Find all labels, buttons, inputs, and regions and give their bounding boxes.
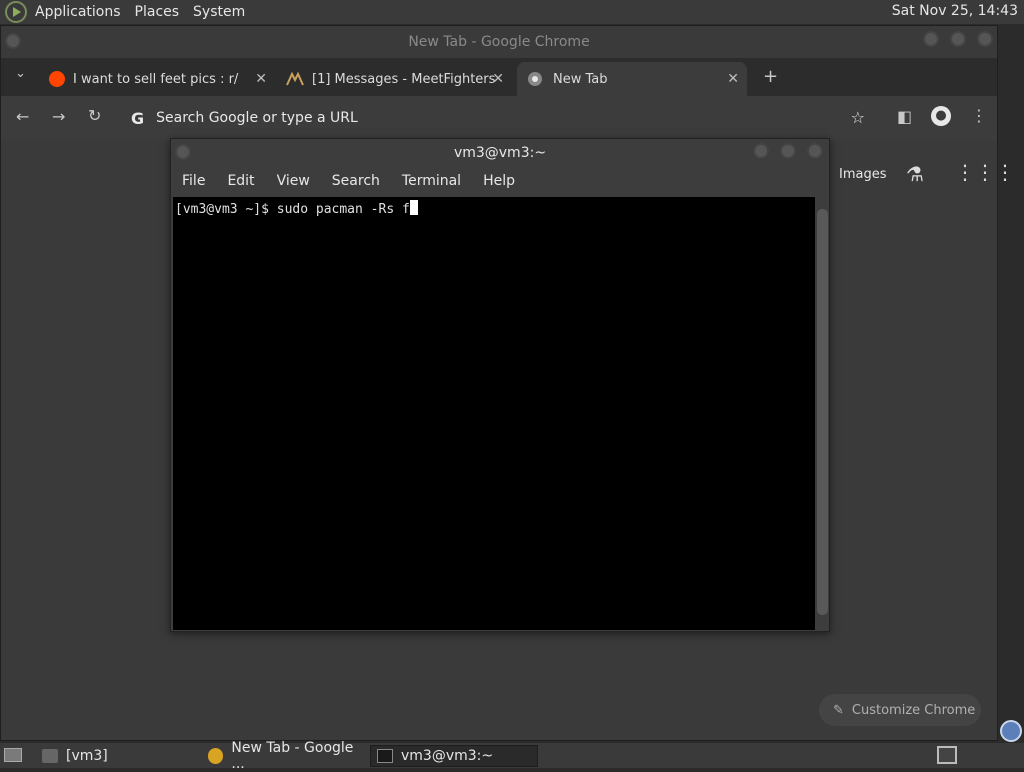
minimize-button[interactable] (753, 143, 769, 159)
maximize-button[interactable] (950, 31, 966, 47)
side-panel-icon[interactable]: ◧ (897, 107, 912, 126)
show-desktop-icon[interactable] (4, 748, 22, 762)
clock[interactable]: Sat Nov 25, 14:43 (892, 3, 1018, 19)
google-g-icon: G (131, 108, 145, 128)
terminal-prompt-line: [vm3@vm3 ~]$ sudo pacman -Rs f (175, 202, 410, 217)
tab-label: [1] Messages - MeetFighters (312, 71, 496, 87)
tab-new-tab[interactable]: New Tab ✕ (517, 62, 747, 96)
menu-file[interactable]: File (182, 173, 205, 189)
terminal-title: vm3@vm3:~ (453, 145, 547, 161)
terminal-icon (377, 749, 393, 763)
top-panel: Applications Places System Sat Nov 25, 1… (0, 0, 1024, 24)
meetfighters-icon (286, 71, 304, 86)
close-button[interactable] (977, 31, 993, 47)
task-label: [vm3] (66, 748, 108, 764)
tab-search-chevron-icon[interactable]: ⌄ (15, 66, 26, 81)
system-menu[interactable]: System (193, 4, 245, 20)
terminal-output[interactable]: [vm3@vm3 ~]$ sudo pacman -Rs f (173, 197, 815, 630)
terminal-window: vm3@vm3:~ File Edit View Search Terminal… (170, 138, 830, 632)
bottom-panel: [vm3] New Tab - Google ... vm3@vm3:~ (0, 740, 1024, 772)
omnibox-placeholder: Search Google or type a URL (156, 110, 358, 126)
apps-grid-icon[interactable]: ⋮⋮⋮ (955, 160, 1015, 184)
task-label: New Tab - Google ... (231, 740, 354, 772)
images-link[interactable]: Images (839, 167, 887, 182)
text-cursor (409, 200, 418, 215)
tab-label: I want to sell feet pics : r/side (73, 71, 239, 87)
profile-avatar-icon[interactable]: ● (931, 106, 951, 126)
chrome-titlebar[interactable]: New Tab - Google Chrome (1, 26, 997, 58)
scrollbar-thumb[interactable] (817, 209, 828, 615)
toolbar: ← → ↻ G Search Google or type a URL ☆ ◧ … (1, 96, 997, 140)
system-logo-icon[interactable] (5, 1, 27, 23)
close-button[interactable] (807, 143, 823, 159)
menu-terminal[interactable]: Terminal (402, 173, 461, 189)
terminal-titlebar[interactable]: vm3@vm3:~ (171, 139, 829, 167)
taskbar-item-terminal[interactable]: vm3@vm3:~ (370, 745, 538, 767)
labs-flask-icon[interactable]: ⚗ (906, 162, 924, 186)
forward-arrow-icon[interactable]: → (52, 107, 65, 126)
tab-close-icon[interactable]: ✕ (727, 71, 739, 87)
reload-icon[interactable]: ↻ (88, 106, 101, 125)
places-menu[interactable]: Places (135, 4, 180, 20)
maximize-button[interactable] (780, 143, 796, 159)
chrome-menu-icon[interactable]: ⋮ (971, 106, 987, 125)
back-arrow-icon[interactable]: ← (16, 107, 29, 126)
chrome-icon (208, 748, 224, 764)
menu-search[interactable]: Search (332, 173, 380, 189)
applications-menu[interactable]: Applications (35, 4, 121, 20)
window-title: New Tab - Google Chrome (408, 34, 590, 50)
window-menu-icon[interactable] (5, 33, 21, 49)
tab-label: New Tab (553, 71, 608, 87)
workspace-switcher-icon[interactable] (937, 746, 957, 764)
omnibox[interactable]: G Search Google or type a URL ☆ (121, 101, 873, 135)
customize-label: Customize Chrome (851, 702, 976, 718)
tab-close-icon[interactable]: ✕ (492, 71, 504, 87)
terminal-scrollbar[interactable] (816, 197, 829, 630)
reddit-icon (49, 71, 65, 87)
customize-chrome-button[interactable]: ✎ Customize Chrome (819, 694, 981, 726)
pencil-icon: ✎ (833, 702, 844, 718)
terminal-menubar: File Edit View Search Terminal Help (171, 167, 829, 195)
window-menu-icon[interactable] (175, 144, 191, 160)
folder-icon (42, 749, 58, 763)
menu-edit[interactable]: Edit (227, 173, 254, 189)
taskbar-item-chrome[interactable]: New Tab - Google ... (202, 740, 366, 772)
tab-meetfighters[interactable]: [1] Messages - MeetFighters ✕ (286, 62, 504, 96)
tab-strip: ⌄ I want to sell feet pics : r/side ✕ [1… (1, 58, 997, 96)
minimize-button[interactable] (923, 31, 939, 47)
taskbar-item-vm3[interactable]: [vm3] (36, 745, 196, 767)
chrome-icon (528, 72, 542, 86)
bookmark-star-icon[interactable]: ☆ (851, 108, 865, 127)
task-label: vm3@vm3:~ (401, 748, 494, 764)
tab-close-icon[interactable]: ✕ (255, 71, 267, 87)
globe-icon[interactable] (1000, 720, 1022, 742)
menu-help[interactable]: Help (483, 173, 515, 189)
tab-reddit[interactable]: I want to sell feet pics : r/side ✕ (49, 62, 267, 96)
new-tab-plus-icon[interactable]: + (763, 66, 778, 87)
menu-view[interactable]: View (277, 173, 310, 189)
